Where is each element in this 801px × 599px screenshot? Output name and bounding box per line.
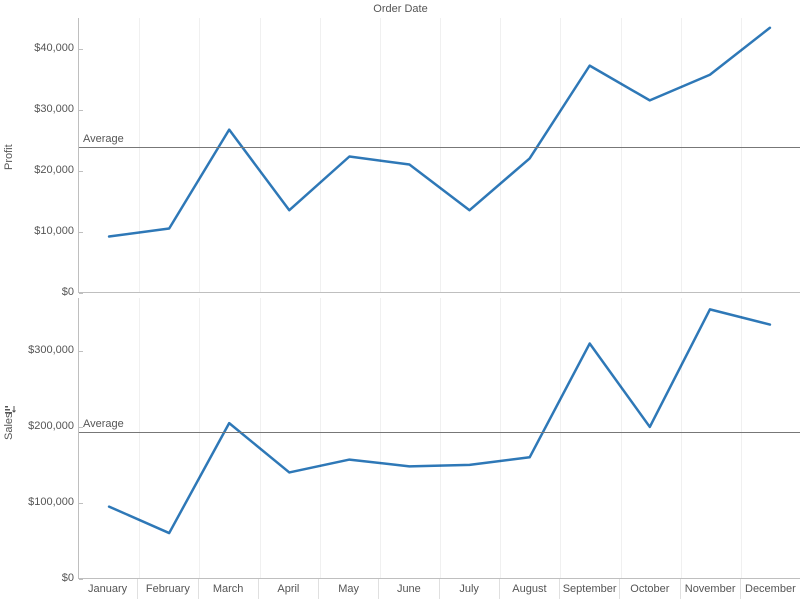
ytick-label: $100,000: [28, 496, 74, 508]
xaxis-category: August: [499, 579, 559, 599]
category-divider: [380, 18, 381, 292]
reference-line: [79, 147, 800, 148]
ytick-mark: [79, 503, 83, 504]
xaxis-category: September: [559, 579, 619, 599]
ytick-mark: [79, 351, 83, 352]
xaxis-category: November: [680, 579, 740, 599]
pane-sales: Average: [78, 298, 800, 579]
chart-container: Order Date Profit Sales $0 $10,000 $20,000…: [0, 0, 801, 599]
category-divider: [260, 18, 261, 292]
category-divider: [681, 298, 682, 578]
category-divider: [440, 18, 441, 292]
category-divider: [560, 18, 561, 292]
category-divider: [199, 298, 200, 578]
yaxis-ticks-container: $0$10,000$20,000$30,000$40,000$0$100,000…: [18, 18, 78, 579]
xaxis-category: October: [619, 579, 679, 599]
ytick-label: $10,000: [34, 225, 74, 237]
yaxis-label-profit: Profit: [3, 152, 15, 170]
xaxis-category: January: [78, 579, 137, 599]
xaxis-category: February: [137, 579, 197, 599]
category-divider: [621, 18, 622, 292]
category-divider: [440, 298, 441, 578]
yaxis-label-sales: Sales: [3, 422, 15, 440]
category-divider: [139, 18, 140, 292]
pane-profit: Average: [78, 18, 800, 293]
category-divider: [320, 18, 321, 292]
category-divider: [741, 18, 742, 292]
ytick-mark: [79, 49, 83, 50]
category-divider: [199, 18, 200, 292]
ytick-mark: [79, 171, 83, 172]
category-divider: [320, 298, 321, 578]
category-divider: [500, 298, 501, 578]
xaxis-category: May: [318, 579, 378, 599]
category-divider: [560, 298, 561, 578]
xaxis-category: December: [740, 579, 800, 599]
reference-line-label: Average: [83, 133, 124, 145]
ytick-label: $30,000: [34, 103, 74, 115]
ytick-label: $300,000: [28, 344, 74, 356]
ytick-label: $0: [62, 572, 74, 584]
xaxis-category: April: [258, 579, 318, 599]
ytick-label: $200,000: [28, 420, 74, 432]
ytick-label: $40,000: [34, 42, 74, 54]
category-divider: [139, 298, 140, 578]
xaxis-category: March: [198, 579, 258, 599]
ytick-mark: [79, 232, 83, 233]
ytick-mark: [79, 110, 83, 111]
category-divider: [380, 298, 381, 578]
ytick-label: $0: [62, 286, 74, 298]
ytick-label: $20,000: [34, 164, 74, 176]
sort-icon[interactable]: [4, 404, 16, 416]
xaxis-category: June: [378, 579, 438, 599]
reference-line: [79, 432, 800, 433]
ytick-mark: [79, 293, 83, 294]
category-divider: [741, 298, 742, 578]
category-divider: [621, 298, 622, 578]
xaxis-category: July: [439, 579, 499, 599]
chart-title: Order Date: [0, 0, 801, 18]
plot-area: Average Average: [78, 18, 800, 579]
reference-line-label: Average: [83, 418, 124, 430]
xaxis: JanuaryFebruaryMarchAprilMayJuneJulyAugu…: [78, 579, 800, 599]
category-divider: [500, 18, 501, 292]
category-divider: [681, 18, 682, 292]
category-divider: [260, 298, 261, 578]
